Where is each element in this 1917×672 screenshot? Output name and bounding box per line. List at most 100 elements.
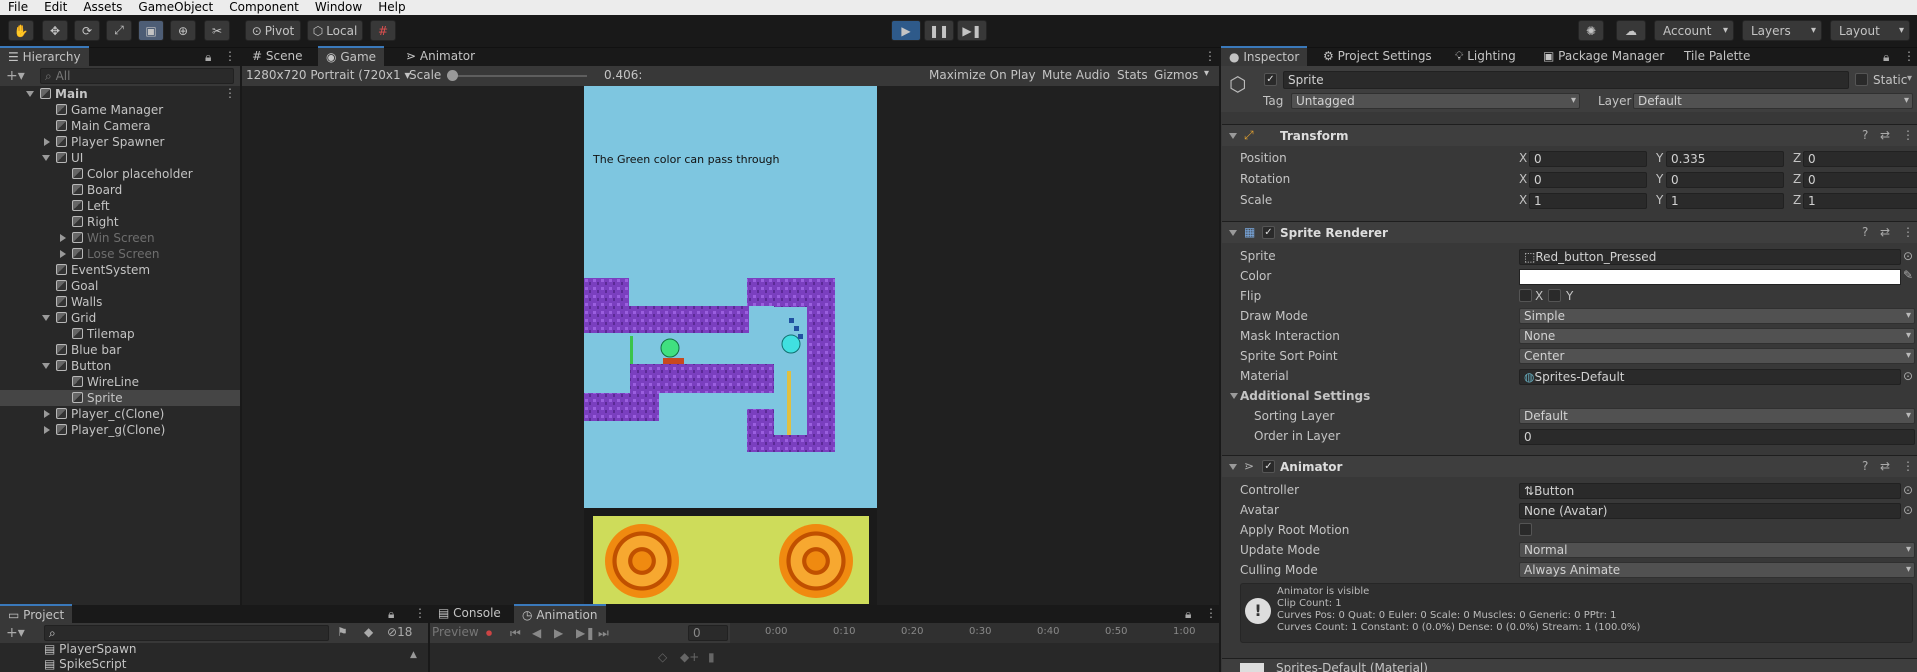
hierarchy-item[interactable]: Goal — [42, 278, 98, 294]
kebab-menu-icon[interactable]: ⋮ — [224, 86, 236, 100]
object-picker-icon[interactable]: ⊙ — [1903, 503, 1913, 517]
axis-x-label[interactable]: X — [1519, 193, 1527, 207]
hierarchy-search-input[interactable]: ⌕ All — [40, 68, 234, 84]
order-in-layer-input[interactable]: 0 — [1519, 429, 1915, 445]
hierarchy-item[interactable]: Right — [58, 214, 119, 230]
eyedropper-icon[interactable]: ✎ — [1903, 268, 1913, 282]
help-icon[interactable]: ? — [1862, 459, 1868, 473]
hierarchy-item[interactable]: EventSystem — [42, 262, 150, 278]
object-name-input[interactable]: Sprite — [1283, 71, 1849, 89]
project-search-input[interactable]: ⌕ — [44, 625, 329, 641]
play-button[interactable]: ▶ — [891, 20, 921, 41]
axis-x-label[interactable]: X — [1519, 172, 1527, 186]
mask-interaction-dropdown[interactable]: None — [1519, 328, 1915, 344]
cloud-icon[interactable]: ☁ — [1616, 20, 1646, 41]
list-item[interactable]: ▤ SpikeScript — [44, 656, 126, 672]
chevron-down-icon[interactable] — [42, 315, 50, 321]
scale-slider-track[interactable] — [447, 75, 587, 77]
chevron-down-icon[interactable] — [42, 155, 50, 161]
transform-tool-icon[interactable]: ⊕ — [170, 20, 196, 41]
account-dropdown[interactable]: Account ▾ — [1654, 20, 1734, 41]
static-checkbox[interactable] — [1855, 73, 1868, 86]
key-icon[interactable]: ◇ — [658, 650, 667, 664]
sprite-field[interactable]: ⬚Red_button_Pressed — [1519, 249, 1901, 265]
add-icon[interactable]: +▾ — [6, 68, 25, 84]
hierarchy-item[interactable]: Player_c(Clone) — [42, 406, 164, 422]
hierarchy-item[interactable]: WireLine — [58, 374, 139, 390]
flip-y-checkbox[interactable] — [1548, 289, 1561, 302]
pause-button[interactable]: ❚❚ — [924, 20, 954, 41]
tab-animation[interactable]: ◷ Animation — [514, 604, 606, 623]
axis-y-label[interactable]: Y — [1656, 172, 1663, 186]
tab-console[interactable]: ▤ Console — [430, 604, 509, 623]
animator-header[interactable]: ⋗ ✓ Animator ? ⇄ ⋮ — [1222, 455, 1917, 477]
hierarchy-item[interactable]: Board — [58, 182, 122, 198]
draw-mode-dropdown[interactable]: Simple — [1519, 308, 1915, 324]
hierarchy-item[interactable]: Player_g(Clone) — [42, 422, 165, 438]
right-button[interactable] — [779, 524, 853, 598]
rect-tool-icon[interactable]: ▣ — [138, 20, 164, 41]
tab-inspector[interactable]: ● Inspector — [1221, 46, 1308, 66]
pivot-toggle[interactable]: ⊙ Pivot — [245, 20, 301, 41]
axis-z-label[interactable]: Z — [1793, 193, 1801, 207]
axis-y-label[interactable]: Y — [1656, 193, 1663, 207]
axis-y-label[interactable]: Y — [1656, 151, 1663, 165]
axis-z-label[interactable]: Z — [1793, 151, 1801, 165]
kebab-menu-icon[interactable]: ⋮ — [1902, 128, 1914, 142]
presets-icon[interactable]: ⇄ — [1880, 459, 1890, 473]
chevron-down-icon[interactable] — [42, 363, 50, 369]
hierarchy-item[interactable]: Left — [58, 198, 110, 214]
hidden-icon[interactable]: ⊘18 — [387, 625, 412, 639]
tab-package-manager[interactable]: ▣ Package Manager — [1535, 46, 1672, 66]
chevron-right-icon[interactable] — [44, 426, 50, 434]
chevron-right-icon[interactable] — [60, 234, 66, 242]
tab-hierarchy[interactable]: ☰ Hierarchy — [0, 46, 89, 66]
menu-window[interactable]: Window — [307, 0, 370, 15]
kebab-menu-icon[interactable]: ⋮ — [224, 49, 236, 63]
update-mode-dropdown[interactable]: Normal — [1519, 542, 1915, 558]
help-icon[interactable]: ? — [1862, 128, 1868, 142]
gizmos-toggle[interactable]: Gizmos — [1154, 68, 1198, 82]
menu-help[interactable]: Help — [370, 0, 413, 15]
first-frame-icon[interactable]: ⏮ — [510, 626, 521, 641]
transform-x-input[interactable]: 0 — [1529, 151, 1647, 167]
left-button[interactable] — [605, 524, 679, 598]
sorting-layer-dropdown[interactable]: Default — [1519, 408, 1915, 424]
menu-edit[interactable]: Edit — [36, 0, 75, 15]
transform-y-input[interactable]: 0 — [1666, 172, 1784, 188]
controller-field[interactable]: ⇅Button — [1519, 483, 1901, 499]
tab-animator[interactable]: ⋗ Animator — [398, 46, 483, 66]
culling-mode-dropdown[interactable]: Always Animate — [1519, 562, 1915, 578]
resolution-dropdown[interactable]: 1280x720 Portrait (720x1 ▾ — [246, 68, 410, 82]
tab-tile-palette[interactable]: Tile Palette — [1676, 46, 1758, 66]
sprite-sort-point-dropdown[interactable]: Center — [1519, 348, 1915, 364]
hierarchy-item[interactable]: Main Camera — [42, 118, 151, 134]
hierarchy-item[interactable]: Player Spawner — [42, 134, 164, 150]
frame-input[interactable]: 0 — [688, 625, 728, 641]
presets-icon[interactable]: ⇄ — [1880, 225, 1890, 239]
mute-audio-toggle[interactable]: Mute Audio — [1042, 68, 1110, 82]
cloud-build-icon[interactable]: ✺ — [1578, 20, 1604, 41]
axis-x-label[interactable]: X — [1519, 151, 1527, 165]
transform-z-input[interactable]: 0 — [1803, 172, 1917, 188]
menu-assets[interactable]: Assets — [75, 0, 130, 15]
chevron-right-icon[interactable] — [44, 410, 50, 418]
hierarchy-item[interactable]: Button — [42, 358, 111, 374]
object-picker-icon[interactable]: ⊙ — [1903, 483, 1913, 497]
layout-dropdown[interactable]: Layout ▾ — [1830, 20, 1910, 41]
transform-y-input[interactable]: 0.335 — [1666, 151, 1784, 167]
apply-root-motion-checkbox[interactable] — [1519, 523, 1532, 536]
hierarchy-item[interactable]: Game Manager — [42, 102, 163, 118]
help-icon[interactable]: ? — [1862, 225, 1868, 239]
hierarchy-item[interactable]: Color placeholder — [58, 166, 193, 182]
label-icon[interactable]: ◆ — [364, 625, 373, 639]
lock-icon[interactable]: 🔒︎ — [205, 50, 211, 65]
rotate-tool-icon[interactable]: ⟳ — [74, 20, 100, 41]
list-item[interactable]: ▤ PlayerSpawn — [44, 643, 137, 655]
animator-enabled-checkbox[interactable]: ✓ — [1262, 460, 1275, 473]
kebab-menu-icon[interactable]: ⋮ — [1204, 49, 1216, 63]
move-tool-icon[interactable]: ✥ — [42, 20, 68, 41]
local-toggle[interactable]: ⬡ Local — [307, 20, 363, 41]
kebab-menu-icon[interactable]: ⋮ — [1902, 459, 1914, 473]
sprite-renderer-header[interactable]: ▦ ✓ Sprite Renderer ? ⇄ ⋮ — [1222, 221, 1917, 243]
